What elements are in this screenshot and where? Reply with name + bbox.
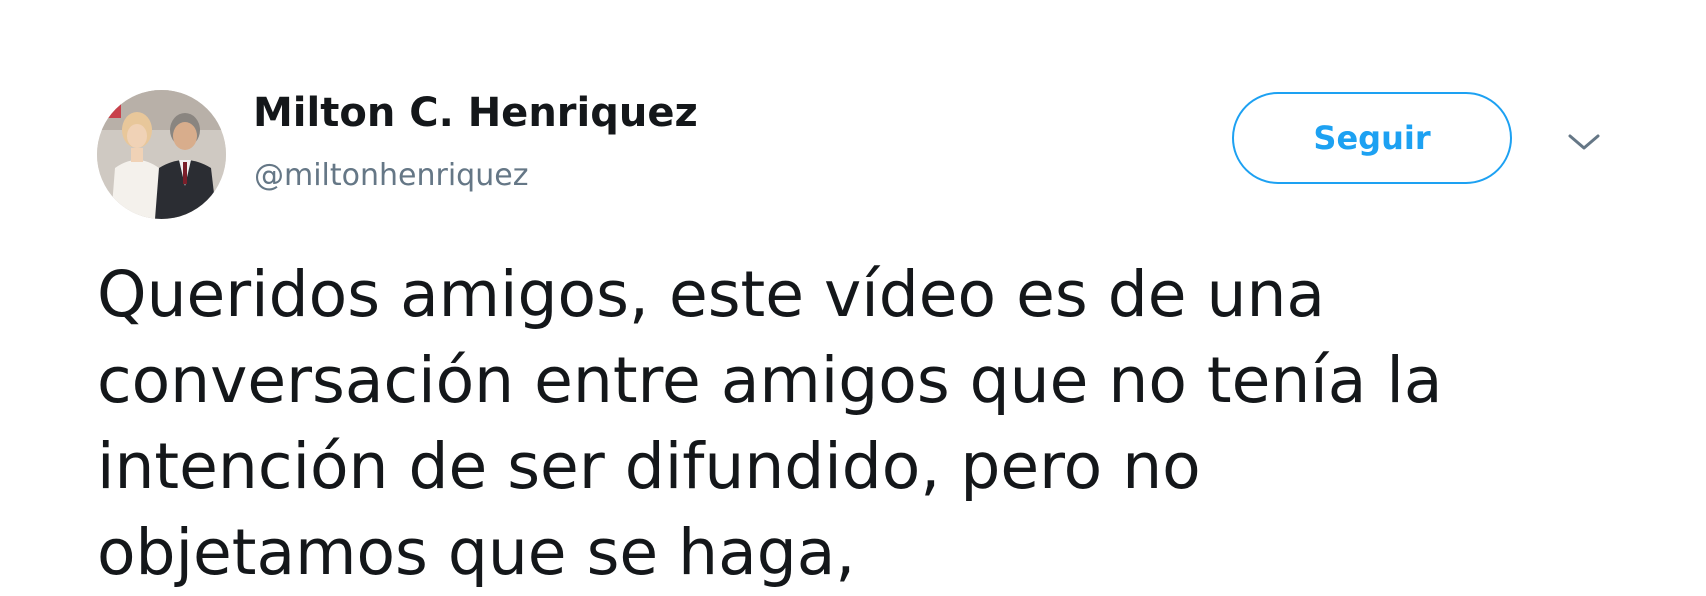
chevron-down-icon[interactable] bbox=[1566, 130, 1602, 154]
follow-button[interactable]: Seguir bbox=[1232, 92, 1512, 184]
follow-button-label: Seguir bbox=[1313, 119, 1431, 157]
avatar[interactable] bbox=[97, 90, 226, 219]
author-name[interactable]: Milton C. Henriquez bbox=[253, 88, 698, 138]
tweet-text: Queridos amigos, este vídeo es de una co… bbox=[97, 252, 1657, 596]
tweet-text-line: intención de ser difundido, pero no bbox=[97, 430, 1201, 503]
tweet-card: Milton C. Henriquez @miltonhenriquez Seg… bbox=[0, 0, 1706, 593]
tweet-text-line: Queridos amigos, este vídeo es de una bbox=[97, 258, 1325, 331]
tweet-text-line: conversación entre amigos que no tenía l… bbox=[97, 344, 1443, 417]
tweet-text-line: objetamos que se haga, bbox=[97, 516, 856, 589]
profile-photo-icon bbox=[97, 90, 226, 219]
author-handle[interactable]: @miltonhenriquez bbox=[254, 156, 528, 196]
